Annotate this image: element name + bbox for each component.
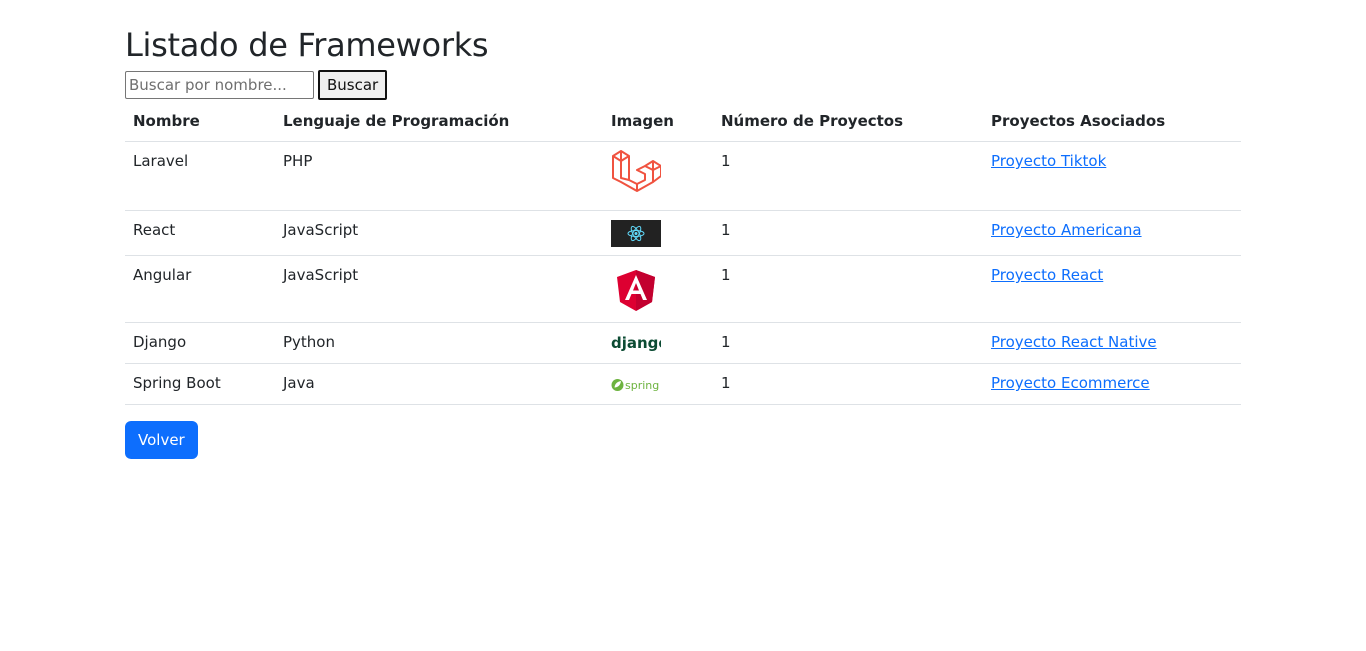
header-imagen: Imagen [603,104,713,142]
react-logo-icon [611,220,661,247]
search-input[interactable] [125,71,314,99]
frameworks-table: Nombre Lenguaje de Programación Imagen N… [125,104,1241,405]
table-row: Spring Boot Java spring 1 Proyecto Ecomm… [125,363,1241,405]
table-row: Laravel PHP 1 Proyecto Tiktok [125,141,1241,211]
cell-count: 1 [713,255,983,323]
cell-name: Spring Boot [125,363,275,405]
project-link[interactable]: Proyecto Ecommerce [991,374,1150,392]
project-link[interactable]: Proyecto Tiktok [991,152,1106,170]
table-header-row: Nombre Lenguaje de Programación Imagen N… [125,104,1241,142]
header-numero-proyectos: Número de Proyectos [713,104,983,142]
django-logo-icon: django [611,334,661,352]
cell-language: Java [275,363,603,405]
cell-name: Angular [125,255,275,323]
cell-project: Proyecto React [983,255,1241,323]
cell-language: Python [275,322,603,364]
main-container: Listado de Frameworks Buscar Nombre Leng… [125,24,1241,459]
search-form: Buscar [125,70,1241,100]
laravel-logo-icon [612,150,661,192]
table-row: React JavaScript 1 Proyecto Americana [125,210,1241,256]
cell-image [603,210,713,256]
header-lenguaje: Lenguaje de Programación [275,104,603,142]
spring-logo-icon: spring [611,379,659,392]
header-proyectos-asociados: Proyectos Asociados [983,104,1241,142]
project-link[interactable]: Proyecto React [991,266,1103,284]
cell-language: PHP [275,141,603,211]
table-row: Angular JavaScript 1 Proyecto React [125,255,1241,323]
cell-count: 1 [713,363,983,405]
page-title: Listado de Frameworks [125,26,489,64]
project-link[interactable]: Proyecto React Native [991,333,1157,351]
cell-language: JavaScript [275,255,603,323]
cell-count: 1 [713,322,983,364]
search-button[interactable]: Buscar [318,70,388,100]
cell-project: Proyecto Tiktok [983,141,1241,211]
back-button[interactable]: Volver [125,421,198,459]
table-row: Django Python django 1 Proyecto React Na… [125,322,1241,364]
cell-language: JavaScript [275,210,603,256]
cell-image: django [603,322,713,364]
cell-name: Laravel [125,141,275,211]
svg-text:django: django [611,334,661,352]
cell-image [603,255,713,323]
angular-logo-icon [617,270,655,311]
cell-project: Proyecto Americana [983,210,1241,256]
cell-name: Django [125,322,275,364]
cell-count: 1 [713,210,983,256]
cell-count: 1 [713,141,983,211]
cell-name: React [125,210,275,256]
cell-image [603,141,713,211]
cell-project: Proyecto React Native [983,322,1241,364]
header-nombre: Nombre [125,104,275,142]
cell-project: Proyecto Ecommerce [983,363,1241,405]
svg-text:spring: spring [625,379,659,392]
project-link[interactable]: Proyecto Americana [991,221,1142,239]
cell-image: spring [603,363,713,405]
